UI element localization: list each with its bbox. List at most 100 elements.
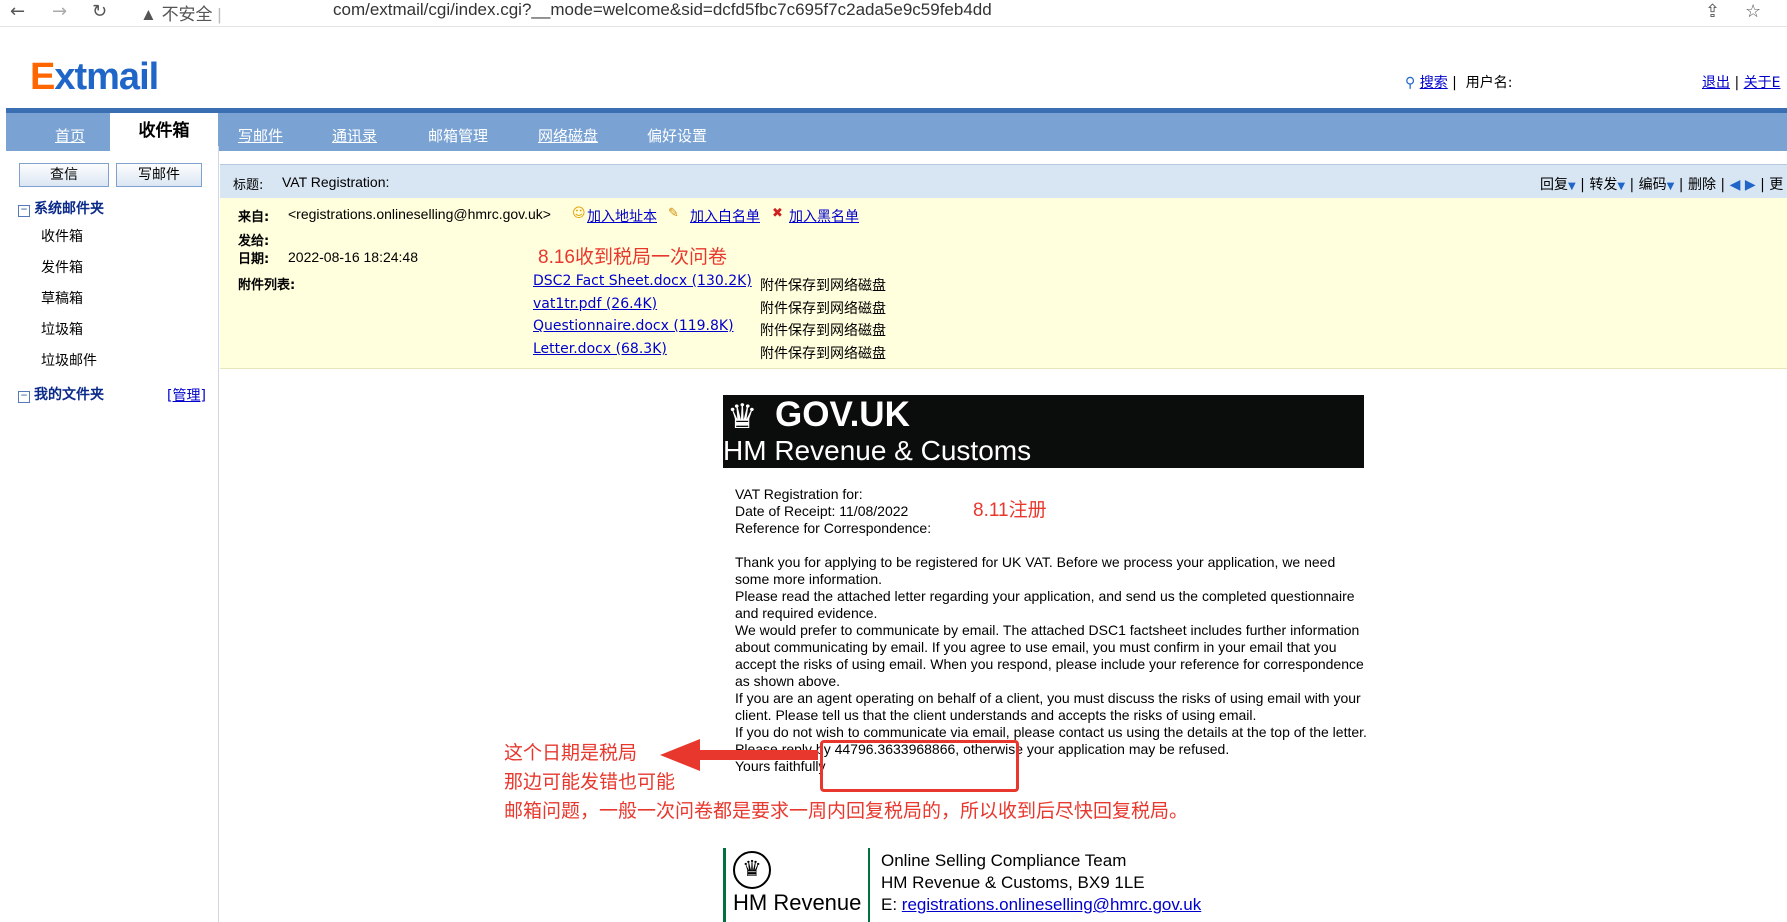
body-paragraph: We would prefer to communicate by email.… (735, 622, 1364, 689)
attachment-link[interactable]: Letter.docx (68.3K) (533, 341, 667, 357)
main-nav: 首页 收件箱 写邮件 通讯录 邮箱管理 网络磁盘 偏好设置 (6, 108, 1787, 151)
email-footer: ♛ HM Revenue Online Selling Compliance T… (723, 848, 1423, 922)
date-value: 2022-08-16 18:24:48 (288, 249, 418, 265)
subject-text: VAT Registration: (282, 174, 390, 190)
save-to-netdisk-link[interactable]: 附件保存到网络磁盘 (760, 275, 886, 295)
annotation-arrow (660, 739, 818, 771)
from-label: 来自: (238, 210, 270, 225)
hmrc-subtitle: HM Revenue & Customs (723, 435, 1032, 466)
manage-folders-link[interactable]: [管理] (167, 385, 206, 405)
sidebar-item-drafts[interactable]: 草稿箱 (41, 288, 83, 308)
from-address: <registrations.onlineselling@hmrc.gov.uk… (288, 206, 551, 222)
reply-menu[interactable]: 回复▼ (1540, 177, 1576, 193)
add-blacklist-link[interactable]: 加入黑名单 (789, 206, 859, 226)
my-folders-header[interactable]: − 我的文件夹 (18, 384, 104, 404)
tab-compose[interactable]: 写邮件 (238, 125, 283, 146)
forward-icon[interactable]: → (52, 1, 67, 22)
tab-netdisk[interactable]: 网络磁盘 (538, 125, 598, 146)
browser-toolbar: ← → ↻ ▲ 不安全 | com/extmail/cgi/index.cgi?… (0, 0, 1787, 27)
tab-mailbox-manage[interactable]: 邮箱管理 (428, 125, 488, 146)
compose-button[interactable]: 写邮件 (116, 163, 202, 187)
mail-toolbar: 回复▼ | 转发▼ | 编码▼ | 删除 | ◀ ▶ | 更 (1540, 177, 1784, 193)
add-whitelist-link[interactable]: 加入白名单 (690, 206, 760, 226)
share-icon[interactable]: ⇪ (1705, 1, 1720, 22)
block-icon: ✖ (772, 206, 783, 221)
next-mail-icon[interactable]: ▶ (1745, 177, 1756, 193)
dropdown-icon: ▼ (1666, 181, 1675, 192)
annotation-date-note-1: 这个日期是税局 (504, 743, 638, 764)
tab-preferences[interactable]: 偏好设置 (647, 125, 707, 146)
header-account-links: 退出 | 关于E (1702, 75, 1781, 91)
collapse-icon[interactable]: − (18, 205, 30, 217)
body-paragraph: If you are an agent operating on behalf … (735, 690, 1361, 723)
mail-header-info: 来自: <registrations.onlineselling@hmrc.go… (220, 198, 1787, 369)
reload-icon[interactable]: ↻ (92, 1, 107, 22)
sidebar-item-trash[interactable]: 垃圾箱 (41, 319, 83, 339)
annotation-date-note-3: 邮箱问题，一般一次问卷都是要求一周内回复税局的，所以收到后尽快回复税局。 (504, 801, 1189, 822)
attachment-link[interactable]: DSC2 Fact Sheet.docx (130.2K) (533, 273, 752, 289)
tab-contacts[interactable]: 通讯录 (332, 125, 377, 146)
to-label: 发给: (238, 234, 270, 249)
address-bar[interactable]: com/extmail/cgi/index.cgi?__mode=welcome… (333, 0, 992, 20)
about-link[interactable]: 关于E (1744, 75, 1781, 91)
dropdown-icon: ▼ (1568, 181, 1576, 192)
hmrc-crest-icon: ♛ (733, 851, 771, 889)
footer-divider (723, 848, 726, 922)
collapse-icon[interactable]: − (18, 391, 30, 403)
forward-menu[interactable]: 转发▼ (1589, 177, 1625, 193)
add-contact-link[interactable]: 加入地址本 (587, 206, 657, 226)
dropdown-icon: ▼ (1617, 181, 1626, 192)
header-search-area: ⚲ 搜索 | 用户名: (1405, 75, 1513, 91)
logout-link[interactable]: 退出 (1702, 75, 1730, 91)
date-of-receipt: Date of Receipt: 11/08/2022 (735, 503, 909, 519)
check-mail-button[interactable]: 查信 (19, 163, 109, 187)
encoding-menu[interactable]: 编码▼ (1639, 177, 1675, 193)
prev-mail-icon[interactable]: ◀ (1730, 177, 1741, 193)
bookmark-star-icon[interactable]: ☆ (1745, 1, 1761, 22)
govuk-title: GOV.UK (775, 395, 910, 434)
sidebar-item-outbox[interactable]: 发件箱 (41, 257, 83, 277)
footer-hmrc: HM Revenue (733, 890, 862, 915)
extmail-logo: Extmail (30, 56, 159, 98)
annotation-date-note-2: 那边可能发错也可能 (504, 772, 676, 793)
crown-icon: ♛ (727, 397, 758, 437)
registration-info: VAT Registration for: Date of Receipt: 1… (735, 486, 931, 537)
footer-contact: Online Selling Compliance Team HM Revenu… (881, 850, 1201, 916)
delete-button[interactable]: 删除 (1688, 177, 1716, 193)
security-indicator[interactable]: ▲ 不安全 | (140, 0, 222, 25)
contact-icon: ☺ (572, 206, 586, 221)
annotation-registered: 8.11注册 (973, 500, 1047, 521)
search-icon: ⚲ (1405, 75, 1416, 91)
team-address: HM Revenue & Customs, BX9 1LE (881, 873, 1145, 892)
more-menu[interactable]: 更 (1769, 177, 1783, 193)
team-email-line: E: registrations.onlineselling@hmrc.gov.… (881, 895, 1202, 914)
govuk-banner: ♛ GOV.UK HM Revenue & Customs (723, 395, 1364, 468)
pencil-icon: ✎ (668, 206, 679, 221)
footer-divider (868, 848, 870, 922)
reference-for-correspondence: Reference for Correspondence: (735, 520, 932, 536)
save-to-netdisk-link[interactable]: 附件保存到网络磁盘 (760, 298, 886, 318)
body-paragraph: Thank you for applying to be registered … (735, 554, 1336, 587)
save-to-netdisk-link[interactable]: 附件保存到网络磁盘 (760, 320, 886, 340)
attachment-link[interactable]: vat1tr.pdf (26.4K) (533, 296, 657, 312)
sidebar: 查信 写邮件 − 系统邮件夹 收件箱 发件箱 草稿箱 垃圾箱 垃圾邮件 − 我的文件… (0, 146, 219, 922)
team-name: Online Selling Compliance Team (881, 851, 1127, 870)
body-paragraph: If you do not wish to communicate via em… (735, 724, 1367, 740)
save-to-netdisk-link[interactable]: 附件保存到网络磁盘 (760, 343, 886, 363)
warning-icon: ▲ (140, 5, 157, 24)
vat-registration-for: VAT Registration for: (735, 486, 863, 502)
attachment-link[interactable]: Questionnaire.docx (119.8K) (533, 318, 734, 334)
team-email-link[interactable]: registrations.onlineselling@hmrc.gov.uk (902, 895, 1201, 914)
back-icon[interactable]: ← (10, 1, 25, 22)
search-link[interactable]: 搜索 (1420, 75, 1448, 91)
subject-label: 标题: (233, 178, 264, 193)
attachments-label: 附件列表: (238, 278, 296, 293)
subject-bar: 标题: VAT Registration: 回复▼ | 转发▼ | 编码▼ | … (220, 164, 1787, 199)
annotation-received: 8.16收到税局一次问卷 (538, 247, 727, 268)
tab-home[interactable]: 首页 (55, 125, 85, 146)
date-label: 日期: (238, 252, 270, 267)
sidebar-item-inbox[interactable]: 收件箱 (41, 226, 83, 246)
system-folders-header[interactable]: − 系统邮件夹 (18, 198, 104, 218)
sidebar-item-spam[interactable]: 垃圾邮件 (41, 350, 97, 370)
highlight-box (820, 740, 1019, 792)
